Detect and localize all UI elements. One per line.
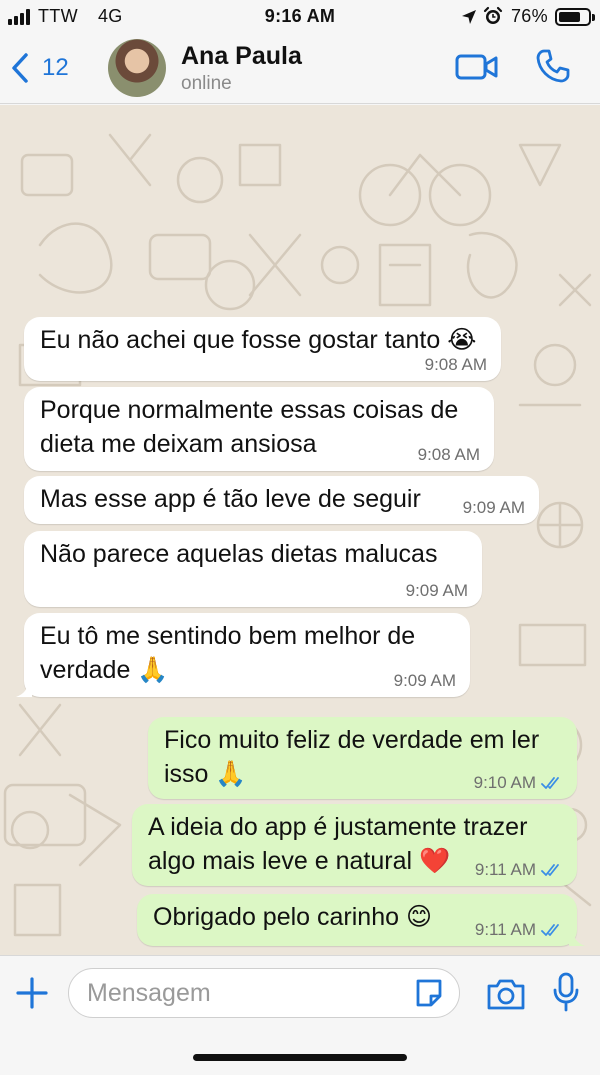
microphone-icon[interactable] — [552, 972, 580, 1012]
message-time: 9:09 AM — [405, 581, 468, 600]
outgoing-message-bubble[interactable]: Obrigado pelo carinho 😊 9:11 AM — [137, 894, 585, 946]
phone-icon[interactable] — [535, 48, 571, 84]
outgoing-message-bubble[interactable]: Fico muito feliz de verdade em ler isso … — [148, 717, 577, 799]
battery-icon — [555, 8, 595, 26]
message-meta: 9:09 AM — [406, 581, 468, 601]
outgoing-message-bubble[interactable]: A ideia do app é justamente trazer algo … — [132, 804, 577, 886]
message-time: 9:11 AM — [474, 920, 536, 939]
message-time: 9:10 AM — [473, 773, 536, 792]
contact-name[interactable]: Ana Paula — [181, 42, 302, 71]
contact-status: online — [181, 73, 232, 94]
location-icon — [462, 10, 476, 24]
battery-percent: 76% — [511, 6, 548, 26]
message-input[interactable]: Mensagem — [68, 968, 460, 1018]
alarm-icon — [483, 6, 503, 24]
message-text: Obrigado pelo carinho 😊 — [153, 903, 433, 931]
back-chevron-icon — [12, 53, 28, 83]
message-meta: 9:08 AM — [425, 355, 487, 375]
sticker-icon[interactable] — [414, 977, 444, 1009]
message-text: Eu tô me sentindo bem melhor de verdade … — [40, 622, 416, 684]
bubble-tail — [569, 930, 585, 946]
message-meta: 9:09 AM — [394, 671, 456, 691]
message-meta: 9:11 AM — [475, 860, 563, 880]
status-time: 9:16 AM — [264, 6, 336, 26]
message-meta: 9:11 AM — [475, 920, 563, 940]
composer-bar: Mensagem — [0, 955, 600, 1075]
message-time: 9:09 AM — [393, 671, 456, 690]
chat-area[interactable]: Eu não achei que fosse gostar tanto 😭 9:0… — [0, 105, 600, 955]
incoming-message-bubble[interactable]: Mas esse app é tão leve de seguir 9:09 AM — [24, 476, 539, 524]
message-time: 9:11 AM — [474, 860, 536, 879]
message-meta: 9:09 AM — [463, 498, 525, 518]
unread-count: 12 — [42, 54, 69, 81]
read-ticks-icon — [541, 777, 559, 789]
chat-header: 12 Ana Paula online — [0, 34, 600, 104]
message-time: 9:08 AM — [424, 355, 487, 374]
plus-icon[interactable] — [15, 976, 49, 1010]
message-time: 9:08 AM — [417, 445, 480, 464]
avatar[interactable] — [108, 39, 166, 97]
incoming-message-bubble[interactable]: Eu tô me sentindo bem melhor de verdade … — [16, 613, 470, 697]
video-call-icon[interactable] — [455, 51, 499, 83]
message-text: Mas esse app é tão leve de seguir — [40, 485, 421, 513]
message-text: Eu não achei que fosse gostar tanto 😭 — [40, 326, 477, 354]
message-meta: 9:08 AM — [418, 445, 480, 465]
message-text: Não parece aquelas dietas malucas — [40, 540, 438, 568]
incoming-message-bubble[interactable]: Eu não achei que fosse gostar tanto 😭 9:0… — [24, 317, 501, 381]
read-ticks-icon — [541, 864, 559, 876]
incoming-message-bubble[interactable]: Porque normalmente essas coisas de dieta… — [24, 387, 494, 471]
message-meta: 9:10 AM — [474, 773, 563, 793]
bubble-tail — [16, 681, 32, 697]
camera-icon[interactable] — [486, 977, 526, 1011]
message-time: 9:09 AM — [462, 498, 525, 517]
message-text: Porque normalmente essas coisas de dieta… — [40, 396, 459, 458]
back-button[interactable]: 12 — [10, 48, 69, 88]
status-bar: TTW 4G 9:16 AM 76% — [0, 0, 600, 34]
read-ticks-icon — [541, 924, 559, 936]
incoming-message-bubble[interactable]: Não parece aquelas dietas malucas 9:09 AM — [24, 531, 482, 607]
home-indicator — [193, 1054, 407, 1061]
